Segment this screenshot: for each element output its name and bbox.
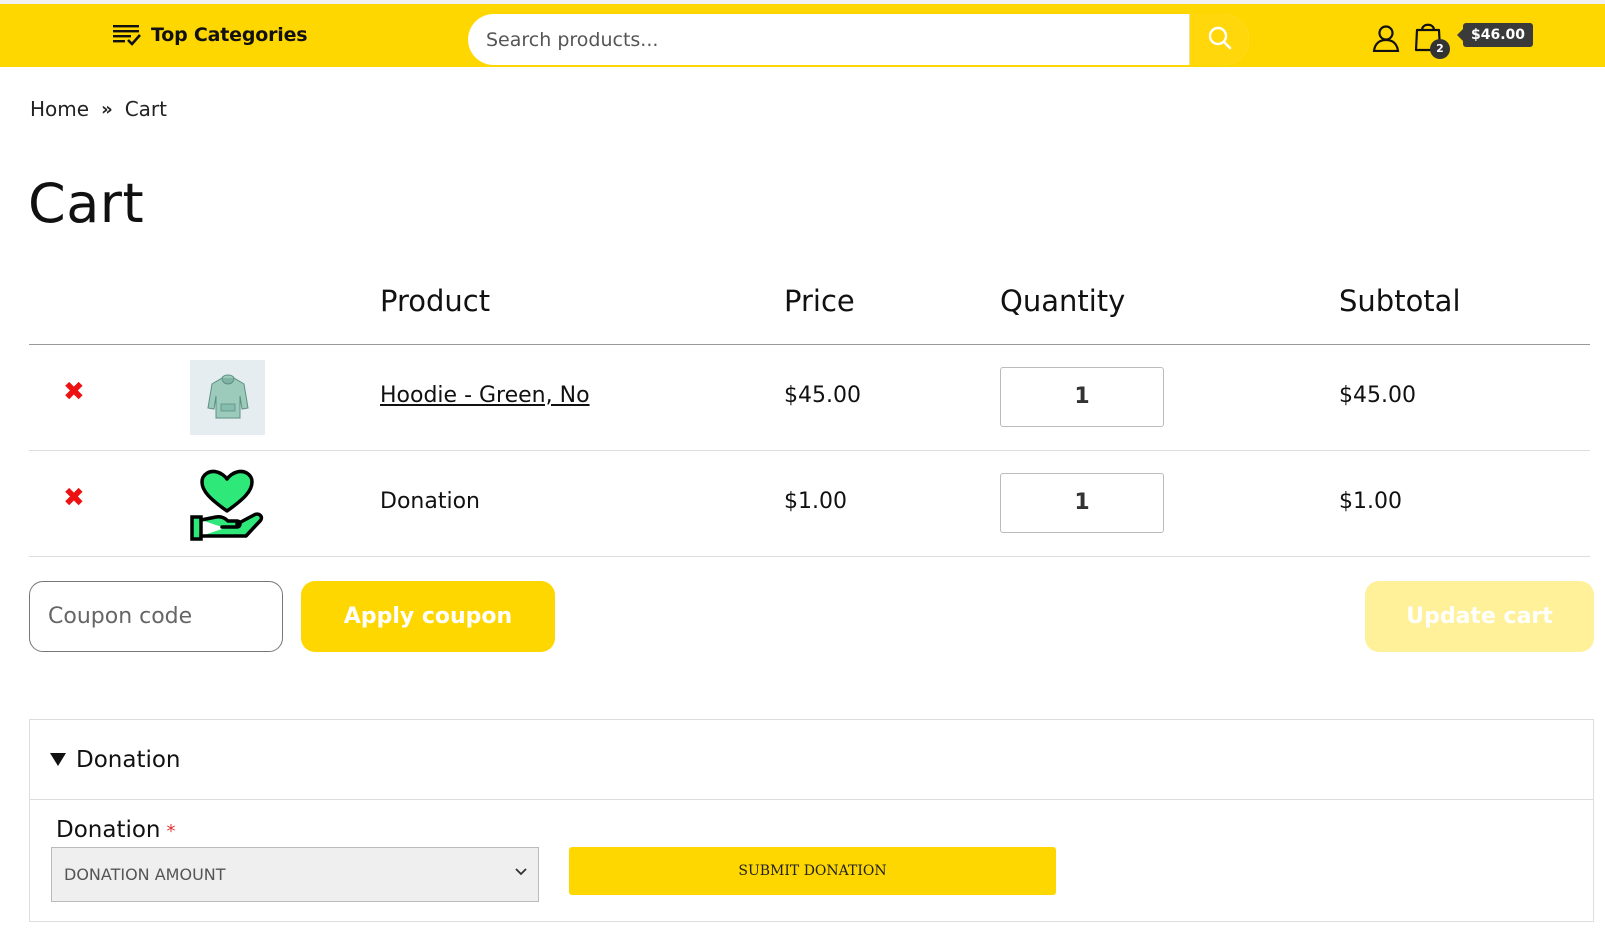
search-button[interactable]: [1189, 14, 1249, 65]
breadcrumb-current: Cart: [124, 97, 167, 121]
donation-select-value: DONATION AMOUNT: [64, 865, 226, 884]
breadcrumb: Home » Cart: [30, 97, 167, 121]
cart-table: Product Price Quantity Subtotal ✖ Hoodie…: [29, 272, 1590, 557]
donation-summary-label: Donation: [76, 746, 181, 773]
donation-label-text: Donation: [56, 817, 161, 843]
donation-amount-select[interactable]: DONATION AMOUNT: [51, 847, 539, 902]
required-marker: *: [166, 821, 176, 842]
chevron-down-icon: [514, 864, 528, 883]
coupon-code-input[interactable]: [29, 581, 283, 652]
quantity-input[interactable]: 1: [1000, 473, 1164, 533]
product-name-text[interactable]: Hoodie - Green, No: [380, 383, 590, 408]
table-row: ✖ Hoodie - Green, No $45.00 1 $45.00: [29, 345, 1590, 451]
apply-coupon-button[interactable]: Apply coupon: [301, 581, 555, 652]
donation-field-label: Donation *: [56, 817, 176, 843]
search-icon: [1207, 25, 1233, 55]
search-input[interactable]: [468, 14, 1189, 65]
table-header-row: Product Price Quantity Subtotal: [29, 272, 1590, 345]
quantity-input[interactable]: 1: [1000, 367, 1164, 427]
top-categories-label: Top Categories: [151, 24, 308, 46]
header-product: Product: [380, 284, 491, 318]
product-subtotal: $1.00: [1339, 489, 1402, 514]
top-categories-menu[interactable]: Top Categories: [113, 24, 308, 46]
header-subtotal: Subtotal: [1339, 284, 1461, 318]
donation-panel: Donation Donation * DONATION AMOUNT SUBMI…: [29, 719, 1594, 922]
top-header-bar: Top Categories 2 $46.00: [0, 0, 1605, 67]
remove-item-icon[interactable]: ✖: [63, 485, 85, 511]
product-price: $1.00: [784, 489, 847, 514]
table-row: ✖ Donation $1.00 1 $1.00: [29, 451, 1590, 557]
product-name-link[interactable]: Hoodie - Green, No: [380, 383, 590, 408]
submit-donation-button[interactable]: SUBMIT DONATION: [569, 847, 1056, 895]
product-name: Donation: [380, 489, 480, 514]
product-subtotal: $45.00: [1339, 383, 1416, 408]
user-account-icon[interactable]: [1372, 24, 1400, 56]
donation-toggle[interactable]: Donation: [30, 720, 1593, 800]
product-price: $45.00: [784, 383, 861, 408]
category-list-icon: [113, 24, 141, 46]
header-quantity: Quantity: [1000, 284, 1126, 318]
search-bar: [468, 14, 1249, 65]
cart-total-badge[interactable]: $46.00: [1456, 23, 1534, 47]
breadcrumb-home-link[interactable]: Home: [30, 97, 89, 121]
page-title: Cart: [28, 172, 145, 235]
hoodie-thumbnail[interactable]: [190, 360, 265, 435]
donation-heart-hand-icon[interactable]: [190, 466, 265, 541]
cart-count-badge: 2: [1430, 39, 1450, 59]
breadcrumb-separator-icon: »: [101, 98, 113, 120]
remove-item-icon[interactable]: ✖: [63, 379, 85, 405]
caret-down-icon: [50, 753, 66, 766]
update-cart-button[interactable]: Update cart: [1365, 581, 1594, 652]
header-price: Price: [784, 284, 855, 318]
